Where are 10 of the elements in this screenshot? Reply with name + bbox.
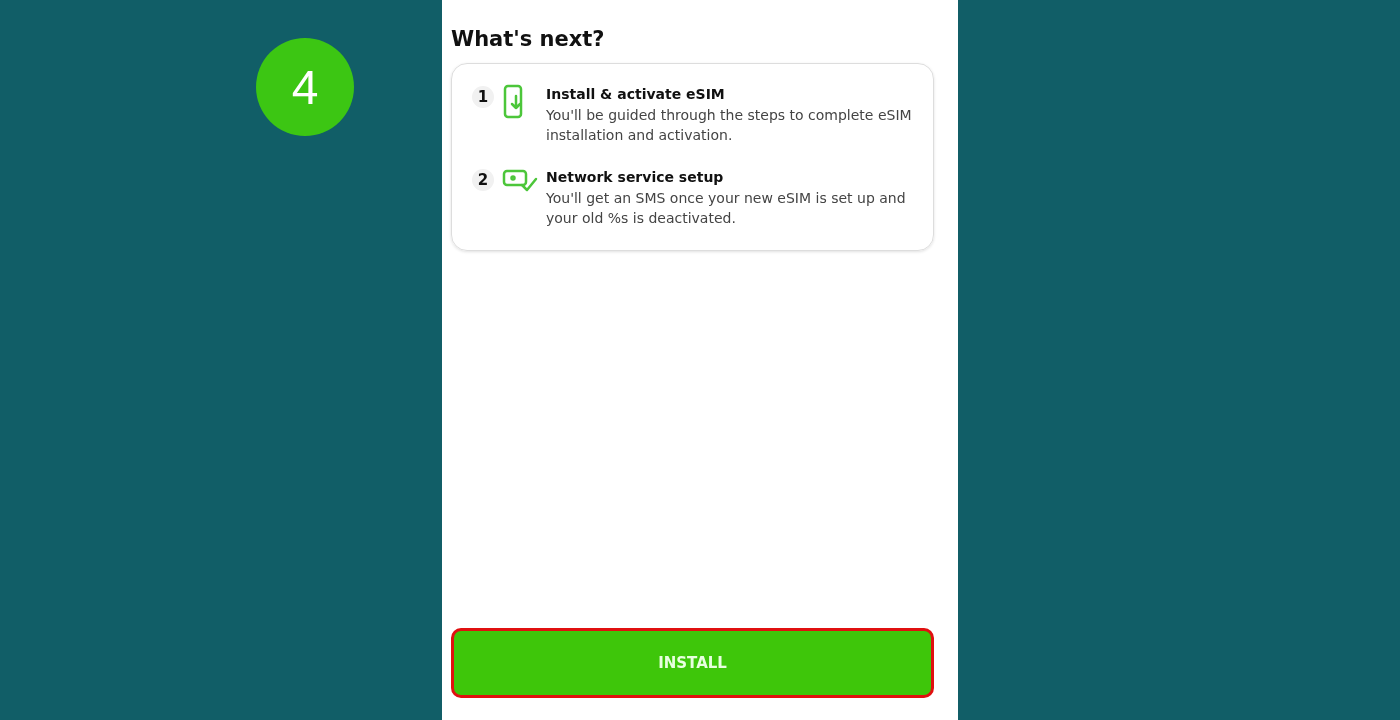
section-title: What's next? (451, 27, 606, 51)
step-number: 1 (472, 86, 494, 108)
step-number: 2 (472, 169, 494, 192)
message-check-icon (502, 167, 538, 194)
step-number-badge: 4 (256, 38, 354, 136)
step-description: You'll get an SMS once your new eSIM is set up and your old %s is deactivated. (546, 189, 907, 228)
step-description: You'll be guided through the steps to complete eSIM installation and activation. (546, 106, 913, 145)
step-title: Install & activate eSIM (546, 86, 726, 102)
install-button[interactable]: INSTALL (451, 628, 934, 698)
step-title: Network service setup (546, 169, 725, 186)
